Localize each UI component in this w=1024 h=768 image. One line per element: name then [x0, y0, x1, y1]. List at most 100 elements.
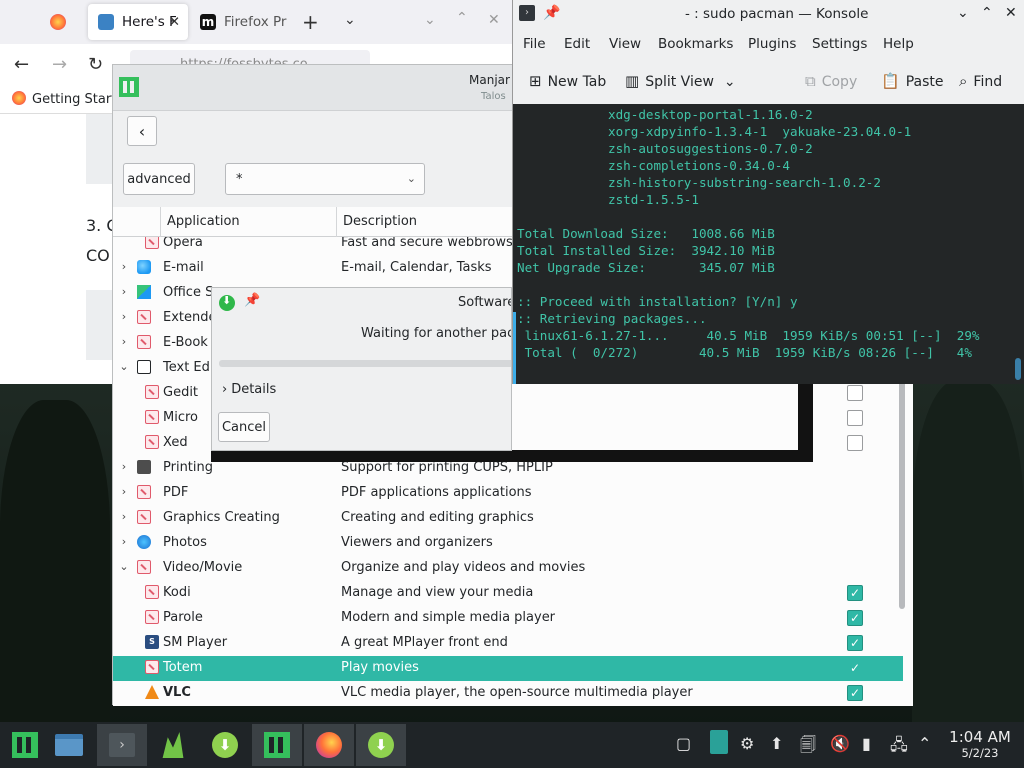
chevron-right-icon[interactable]: › — [117, 260, 131, 273]
wallpaper-tree — [912, 380, 1024, 722]
task-kde-app[interactable] — [148, 724, 198, 766]
tab-firefox-pr[interactable]: m Firefox Pr — [190, 4, 290, 40]
task-software-download[interactable]: ⬇ — [200, 724, 250, 766]
terminal-area[interactable]: xdg-desktop-portal-1.16.0-2 xorg-xdpyinf… — [513, 104, 1024, 384]
vertical-scrollbar[interactable] — [899, 377, 905, 609]
task-manjaro-settings[interactable] — [252, 724, 302, 766]
column-application[interactable]: Application — [161, 207, 337, 237]
forward-arrow-icon[interactable]: → — [52, 54, 67, 75]
table-row[interactable]: S SM Player A great MPlayer front end ✓ — [113, 631, 903, 656]
updates-icon[interactable] — [710, 730, 728, 754]
menu-plugins[interactable]: Plugins — [748, 36, 796, 52]
task-konsole[interactable]: › — [97, 724, 147, 766]
maximize-icon[interactable]: ⌃ — [981, 5, 993, 21]
battery-icon[interactable]: ▮ — [862, 734, 871, 753]
chevron-down-icon[interactable]: ⌄ — [117, 360, 131, 373]
konsole-menubar: File Edit View Bookmarks Plugins Setting… — [513, 30, 1024, 58]
back-button[interactable]: ‹ — [127, 116, 157, 146]
find-button[interactable]: ⌕ Find — [959, 72, 1002, 90]
task-firefox[interactable] — [304, 724, 354, 766]
new-tab-button[interactable]: ⊞ New Tab — [529, 72, 606, 90]
install-checkbox[interactable] — [847, 435, 863, 451]
new-tab-icon: ⊞ — [529, 72, 542, 90]
edit-icon — [137, 360, 151, 374]
filter-select[interactable]: * ⌄ — [225, 163, 425, 195]
chevron-down-icon: ⌄ — [406, 172, 416, 185]
chevron-right-icon[interactable]: › — [117, 510, 131, 523]
table-row[interactable]: › Photos Viewers and organizers — [113, 531, 903, 556]
terminal-output: xdg-desktop-portal-1.16.0-2 xorg-xdpyinf… — [517, 107, 980, 360]
kde-connect-icon[interactable]: ⚙ — [740, 734, 754, 753]
clock[interactable]: 1:04 AM 5/2/23 — [944, 728, 1016, 760]
split-view-button[interactable]: ▥ Split View ⌄ — [625, 72, 736, 90]
menu-edit[interactable]: Edit — [564, 36, 590, 52]
tab-heres[interactable]: Here's F ✕ — [88, 4, 188, 40]
maximize-icon[interactable]: ⌃ — [456, 10, 468, 26]
chevron-down-icon[interactable]: ⌄ — [117, 560, 131, 573]
install-checkbox[interactable]: ✓ — [847, 685, 863, 701]
pin-icon[interactable]: 📌 — [543, 5, 560, 21]
advanced-button[interactable]: advanced — [123, 163, 195, 195]
table-row[interactable]: VLC VLC media player, the open-source mul… — [113, 681, 903, 706]
chevron-right-icon[interactable]: › — [117, 310, 131, 323]
install-checkbox[interactable] — [847, 385, 863, 401]
terminal-scrollbar[interactable] — [1015, 358, 1021, 380]
reload-icon[interactable]: ↻ — [88, 54, 103, 75]
copy-button[interactable]: ⧉ Copy — [805, 72, 857, 90]
menu-bookmarks[interactable]: Bookmarks — [658, 36, 733, 52]
show-desktop-icon[interactable]: ▢ — [676, 734, 691, 753]
paste-button[interactable]: 📋 Paste — [881, 72, 943, 90]
pin-icon[interactable]: 📌 — [244, 293, 260, 308]
tab-list-chevron-down-icon[interactable]: ⌄ — [344, 12, 356, 28]
table-row[interactable]: ⌄ Video/Movie Organize and play videos and… — [113, 556, 903, 581]
install-checkbox[interactable]: ✓ — [847, 585, 863, 601]
network-icon[interactable]: 🖧 — [890, 734, 908, 761]
install-checkbox[interactable]: ✓ — [847, 635, 863, 651]
back-arrow-icon[interactable]: ← — [14, 54, 29, 75]
copy-icon: ⧉ — [805, 72, 816, 90]
install-checkbox[interactable]: ✓ — [847, 610, 863, 626]
photo-icon — [137, 535, 151, 549]
close-tab-icon[interactable]: ✕ — [169, 14, 180, 30]
volume-muted-icon[interactable]: 🔇 — [830, 734, 850, 753]
chevron-right-icon[interactable]: › — [117, 535, 131, 548]
pkg-icon — [145, 385, 159, 399]
task-file-manager[interactable] — [44, 724, 94, 766]
pkg-icon — [145, 660, 159, 674]
table-row[interactable]: Parole Modern and simple media player ✓ — [113, 606, 903, 631]
pkg-icon — [137, 510, 151, 524]
menu-view[interactable]: View — [609, 36, 641, 52]
menu-settings[interactable]: Settings — [812, 36, 867, 52]
table-row[interactable]: Kodi Manage and view your media ✓ — [113, 581, 903, 606]
table-row[interactable]: Totem Play movies ✓ — [113, 656, 903, 681]
minimize-icon[interactable]: ⌄ — [957, 5, 969, 21]
paste-icon: 📋 — [881, 72, 900, 90]
table-row[interactable]: › PDF PDF applications applications — [113, 481, 903, 506]
chevron-right-icon[interactable]: › — [117, 285, 131, 298]
task-software-dialog[interactable]: ⬇ — [356, 724, 406, 766]
chevron-right-icon[interactable]: › — [117, 460, 131, 473]
clipboard-icon[interactable]: 🗐 — [800, 734, 816, 761]
details-toggle[interactable]: › Details — [222, 382, 276, 397]
tab-firefox-home[interactable] — [40, 4, 86, 40]
menu-file[interactable]: File — [523, 36, 546, 52]
bookmark-getting-started[interactable]: Getting Start — [12, 91, 116, 107]
menu-help[interactable]: Help — [883, 36, 914, 52]
pkg-icon — [145, 237, 159, 249]
new-tab-plus-icon[interactable]: + — [302, 10, 319, 34]
update-arrow-icon[interactable]: ⬆ — [770, 734, 783, 753]
table-row[interactable]: › Graphics Creating Creating and editing g… — [113, 506, 903, 531]
application-launcher-button[interactable] — [0, 724, 50, 766]
tray-expand-chevron-up-icon[interactable]: ⌃ — [918, 734, 931, 753]
close-icon[interactable]: ✕ — [488, 12, 500, 28]
close-icon[interactable]: ✕ — [1005, 5, 1017, 21]
app-name: Gedit — [163, 385, 199, 400]
cancel-button[interactable]: Cancel — [218, 412, 270, 442]
minimize-icon[interactable]: ⌄ — [424, 12, 436, 28]
chevron-right-icon[interactable]: › — [117, 485, 131, 498]
app-name: VLC — [163, 685, 191, 700]
chevron-right-icon[interactable]: › — [117, 335, 131, 348]
install-checkbox[interactable] — [847, 410, 863, 426]
install-checkbox[interactable]: ✓ — [847, 660, 863, 676]
page-text: CO — [86, 246, 110, 265]
